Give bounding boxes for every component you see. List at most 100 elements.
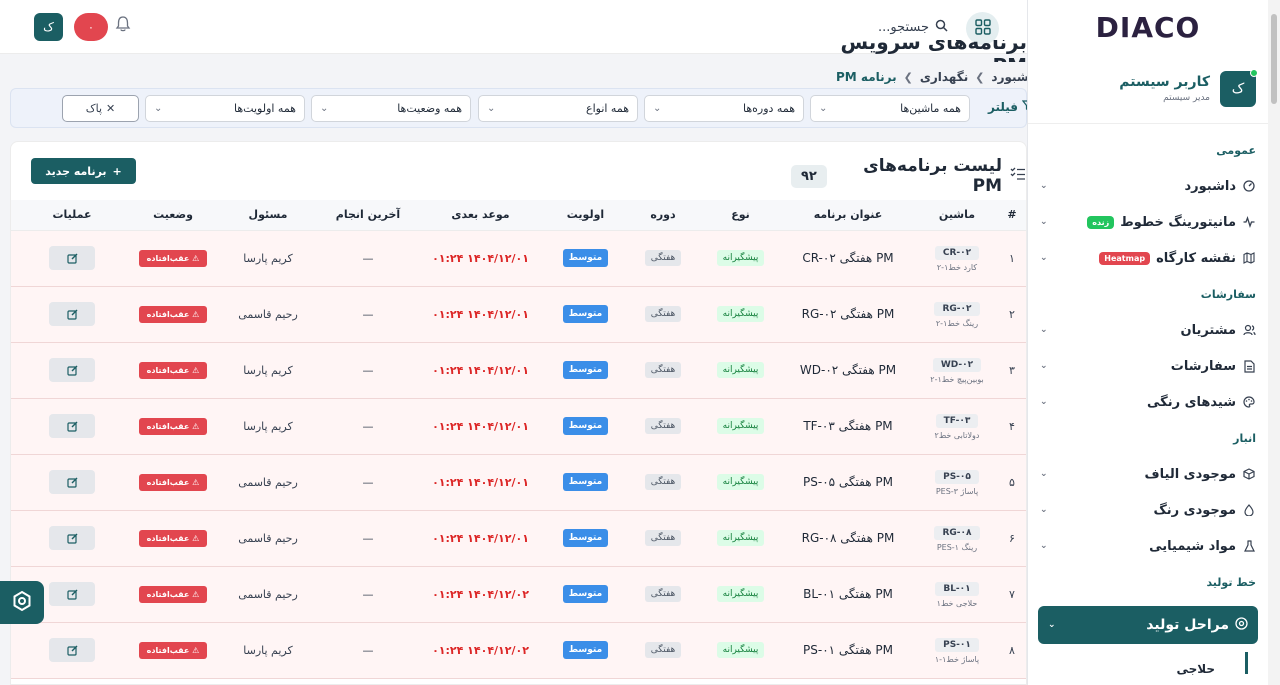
table-row[interactable]: ۱ CR-۰۲ کارد خط۱-۲ PM هفتگی CR-۰۲ پیشگیرانه ه… — [11, 230, 1026, 287]
type-select[interactable]: همه انواع ⌄ — [478, 95, 638, 122]
bell-icon[interactable] — [115, 15, 131, 33]
owner-cell: کریم پارسا — [213, 342, 323, 399]
sidebar-item-production-stages[interactable]: مراحل تولید ⌄ — [1038, 606, 1258, 644]
table-row[interactable]: ۷ BL-۰۱ حلاجی خط۱ PM هفتگی BL-۰۱ پیشگیرانه هف… — [11, 566, 1026, 623]
table-row[interactable]: ۲ RG-۰۲ رینگ خط۱-۲ PM هفتگی RG-۰۲ پیشگیرانه ه… — [11, 286, 1026, 343]
plus-icon: + — [112, 164, 122, 178]
user-role: مدیر سیستم — [1163, 93, 1210, 103]
last-done-cell: — — [323, 342, 413, 399]
edit-icon — [66, 421, 77, 432]
map-icon — [1242, 251, 1256, 265]
edit-button[interactable] — [49, 246, 95, 270]
due-cell: ۱۴۰۴/۱۲/۰۱ ۰۱:۲۴ — [413, 398, 548, 455]
priority-badge: متوسط — [562, 585, 609, 603]
user-panel[interactable]: ک کاربر سیستم مدیر سیستم — [1028, 54, 1268, 124]
owner-cell: کریم پارسا — [213, 230, 323, 287]
sidebar-item-label: شیدهای رنگی — [1146, 394, 1236, 410]
actions-cell — [11, 454, 133, 511]
user-name: کاربر سیستم — [1119, 74, 1210, 90]
chevron-down-icon: ⌄ — [653, 103, 662, 114]
sidebar-item[interactable]: داشبورد ⌄ — [1028, 168, 1268, 204]
owner-cell: کریم پارسا — [213, 622, 323, 679]
search-icon — [935, 19, 948, 36]
edit-button[interactable] — [49, 302, 95, 326]
scrollbar-thumb[interactable] — [1271, 14, 1277, 104]
sidebar-item[interactable]: مشتریان ⌄ — [1028, 312, 1268, 348]
due-cell: ۱۴۰۴/۱۲/۰۲ ۰۱:۲۴ — [413, 622, 548, 679]
machine-cell: RG-۰۲ رینگ خط۱-۲ — [918, 286, 996, 343]
search-box[interactable]: جستجو... — [860, 16, 948, 38]
machine-name: پاساژ PES-۳ — [935, 486, 979, 496]
pm-list-card: لیست برنامه‌های PM ۹۲ + برنامه جدید # ما… — [10, 141, 1027, 685]
period-select[interactable]: همه دوره‌ها ⌄ — [644, 95, 804, 122]
period-badge: هفتگی — [644, 474, 682, 490]
table-row[interactable]: ۶ RG-۰۸ رینگ PES-۱ PM هفتگی RG-۰۸ پیشگیرانه ه… — [11, 510, 1026, 567]
search-input[interactable]: جستجو... — [878, 20, 929, 35]
edit-button[interactable] — [49, 470, 95, 494]
chevron-left-icon: ❯ — [975, 70, 985, 84]
palette-icon — [1242, 395, 1256, 409]
status-badge: ⚠ عقب‌افتاده — [138, 473, 208, 491]
type-cell: پیشگیرانه — [703, 398, 778, 455]
status-cell: ⚠ عقب‌افتاده — [133, 230, 213, 287]
program-title: PM هفتگی BL-۰۱ — [778, 566, 918, 623]
edit-button[interactable] — [49, 638, 95, 662]
chevron-down-icon: ⌄ — [1040, 361, 1048, 371]
machine-cell: WD-۰۲ بوبین‌پیچ خط۱-۲ — [918, 342, 996, 399]
machine-code: RG-۰۸ — [934, 525, 980, 540]
edit-button[interactable] — [49, 526, 95, 550]
sidebar-subitem[interactable]: حلاجی — [1028, 652, 1248, 676]
breadcrumb-item[interactable]: نگهداری — [920, 70, 968, 84]
priority-select[interactable]: همه اولویت‌ها ⌄ — [145, 95, 305, 122]
edit-button[interactable] — [49, 358, 95, 382]
machine-cell: TF-۰۳ دولاتابی خط۲ — [918, 398, 996, 455]
machine-cell: PS-۰۱ پاساژ خط۱-۱ — [918, 622, 996, 679]
new-program-button[interactable]: + برنامه جدید — [31, 158, 136, 184]
table-row[interactable]: ۵ PS-۰۵ پاساژ PES-۳ PM هفتگی PS-۰۵ پیشگیرانه… — [11, 454, 1026, 511]
last-done-cell: — — [323, 454, 413, 511]
scrollbar[interactable] — [1268, 0, 1280, 685]
sidebar-item[interactable]: شیدهای رنگی ⌄ — [1028, 384, 1268, 420]
sidebar-item[interactable]: سفارشات ⌄ — [1028, 348, 1268, 384]
sidebar-item[interactable]: موجودی رنگ ⌄ — [1028, 492, 1268, 528]
chevron-down-icon: ⌄ — [1040, 397, 1048, 407]
chevron-left-icon: ❯ — [903, 70, 913, 84]
sidebar-badge: زنده — [1087, 215, 1115, 229]
clear-filters-button[interactable]: ✕ پاک — [62, 95, 139, 122]
table-row[interactable]: ۸ PS-۰۱ پاساژ خط۱-۱ PM هفتگی PS-۰۱ پیشگیرانه… — [11, 622, 1026, 679]
sidebar-item[interactable]: موجودی الیاف ⌄ — [1028, 456, 1268, 492]
priority-cell: متوسط — [548, 566, 623, 623]
sidebar-item[interactable]: نقشه کارگاه Heatmap ⌄ — [1028, 240, 1268, 276]
status-cell: ⚠ عقب‌افتاده — [133, 622, 213, 679]
period-cell: هفتگی — [623, 566, 703, 623]
sidebar-item[interactable]: مانیتورینگ خطوط زنده ⌄ — [1028, 204, 1268, 240]
status-badge: ⚠ عقب‌افتاده — [138, 417, 208, 435]
app-logo[interactable]: DIACO — [1028, 0, 1268, 54]
type-badge: پیشگیرانه — [716, 362, 765, 378]
header-avatar[interactable]: ک — [34, 13, 63, 41]
edit-button[interactable] — [49, 582, 95, 606]
machine-select[interactable]: همه ماشین‌ها ⌄ — [810, 95, 970, 122]
edit-icon — [66, 477, 77, 488]
column-header: آخرین انجام — [323, 200, 413, 231]
row-number: ۱ — [996, 230, 1026, 287]
settings-float-button[interactable] — [0, 581, 44, 624]
chevron-down-icon: ⌄ — [1040, 253, 1048, 263]
machine-name: کارد خط۱-۲ — [936, 262, 978, 272]
priority-cell: متوسط — [548, 230, 623, 287]
section-title: خط تولید — [1206, 575, 1256, 589]
status-select[interactable]: همه وضعیت‌ها ⌄ — [311, 95, 471, 122]
actions-cell — [11, 230, 133, 287]
table-row[interactable]: ۳ WD-۰۲ بوبین‌پیچ خط۱-۲ PM هفتگی WD-۰۲ پیشگی… — [11, 342, 1026, 399]
activity-icon — [1242, 215, 1256, 229]
status-cell: ⚠ عقب‌افتاده — [133, 398, 213, 455]
sidebar-item[interactable]: مواد شیمیایی ⌄ — [1028, 528, 1268, 564]
program-title: PM هفتگی PS-۰۱ — [778, 622, 918, 679]
online-indicator — [1250, 68, 1258, 77]
actions-cell — [11, 622, 133, 679]
machine-name: پاساژ خط۱-۱ — [934, 654, 980, 664]
edit-button[interactable] — [49, 414, 95, 438]
notification-badge[interactable]: ۰ — [74, 13, 108, 41]
table-row[interactable]: ۴ TF-۰۳ دولاتابی خط۲ PM هفتگی TF-۰۳ پیشگیران… — [11, 398, 1026, 455]
priority-badge: متوسط — [562, 641, 609, 659]
